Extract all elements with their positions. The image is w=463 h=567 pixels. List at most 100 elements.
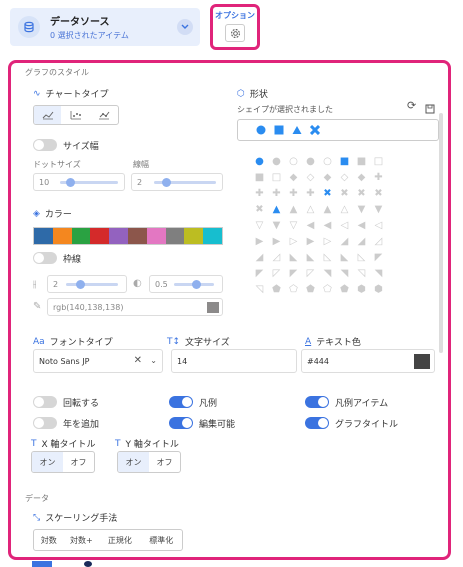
graph-title-toggle[interactable] <box>305 417 329 429</box>
scatter-chart-option[interactable] <box>61 106 89 124</box>
shape-option-icon[interactable]: ✖ <box>372 187 385 200</box>
shape-option-icon[interactable]: ⬟ <box>304 283 317 296</box>
shape-option-icon[interactable]: ◸ <box>270 267 283 280</box>
shape-option-icon[interactable]: ◥ <box>372 267 385 280</box>
save-icon[interactable] <box>425 99 435 118</box>
palette-swatch[interactable] <box>34 228 53 244</box>
scaling-standardize[interactable]: 標準化 <box>141 530 182 550</box>
chevron-down-icon[interactable]: ⌄ <box>150 356 157 365</box>
shape-option-icon[interactable]: ◁ <box>338 219 351 232</box>
scroll-knob[interactable] <box>84 561 92 567</box>
shape-option-icon[interactable]: ○ <box>321 155 334 168</box>
rotate-toggle[interactable] <box>33 396 57 408</box>
shape-option-icon[interactable]: ◺ <box>321 251 334 264</box>
shape-option-icon[interactable]: ✚ <box>304 187 317 200</box>
gear-icon[interactable] <box>225 24 245 42</box>
border-width-slider[interactable] <box>66 280 118 289</box>
shape-option-icon[interactable]: ◇ <box>304 171 317 184</box>
shape-option-icon[interactable]: ✖ <box>321 187 334 200</box>
shape-option-icon[interactable]: ▼ <box>372 203 385 216</box>
shape-option-icon[interactable]: ◁ <box>372 219 385 232</box>
shape-option-icon[interactable]: ◢ <box>253 251 266 264</box>
clear-icon[interactable]: ✕ <box>134 355 142 366</box>
shape-option-icon[interactable]: ● <box>253 155 266 168</box>
shape-option-icon[interactable]: ■ <box>253 171 266 184</box>
shape-scrollbar[interactable] <box>439 113 443 353</box>
scaling-log[interactable]: 対数 <box>34 530 64 550</box>
shape-option-icon[interactable]: ◣ <box>338 251 351 264</box>
dot-size-slider[interactable] <box>60 178 118 187</box>
border-opacity-slider[interactable] <box>174 280 214 289</box>
text-color-field[interactable]: #444 <box>301 349 435 373</box>
scaling-log-plus[interactable]: 対数+ <box>64 530 100 550</box>
shape-option-icon[interactable]: ▲ <box>270 203 283 216</box>
legend-toggle[interactable] <box>169 396 193 408</box>
shape-option-icon[interactable]: ○ <box>287 155 300 168</box>
shape-option-icon[interactable]: ▶ <box>304 235 317 248</box>
border-toggle[interactable] <box>33 252 57 264</box>
scaling-normalize[interactable]: 正規化 <box>99 530 140 550</box>
shape-option-icon[interactable]: ⬠ <box>287 283 300 296</box>
shape-option-icon[interactable]: ⬢ <box>355 283 368 296</box>
shape-option-icon[interactable]: ▲ <box>321 203 334 216</box>
selected-shapes-box[interactable] <box>237 119 439 141</box>
line-width-slider[interactable] <box>154 178 216 187</box>
shape-option-icon[interactable]: ✚ <box>287 187 300 200</box>
line-dots-chart-option[interactable] <box>90 106 118 124</box>
border-color-field[interactable]: rgb(140,138,138) <box>47 298 223 316</box>
shape-option-icon[interactable]: ▲ <box>287 203 300 216</box>
shape-option-icon[interactable]: ◢ <box>355 235 368 248</box>
palette-swatch[interactable] <box>71 228 91 244</box>
shape-option-icon[interactable]: ◥ <box>338 267 351 280</box>
shape-option-icon[interactable]: ● <box>270 155 283 168</box>
color-palette[interactable] <box>33 227 223 245</box>
shape-option-icon[interactable]: ◤ <box>372 251 385 264</box>
shape-option-icon[interactable]: ⬟ <box>338 283 351 296</box>
palette-swatch[interactable] <box>52 228 72 244</box>
shape-option-icon[interactable]: ▼ <box>270 219 283 232</box>
shape-option-icon[interactable]: ◆ <box>355 171 368 184</box>
chevron-down-icon[interactable] <box>177 19 193 35</box>
shape-option-icon[interactable]: △ <box>304 203 317 216</box>
shape-picker-grid[interactable]: ● ● ○ ● ○ ■ ■ □ ■ □ ◆ ◇ ◆ ◇ ◆ ✚ ✚ ✚ ✚ ✚ ✖ ✖ ✖ ✖ ✖ ▲ ▲ △ ▲ △ ▼ ▼ ▽ ▼ ▽ ◀ ◀ ◁ ◀ ◁… <box>253 153 423 297</box>
x-axis-title-on[interactable]: オン <box>32 452 63 472</box>
shape-option-icon[interactable]: ✖ <box>338 187 351 200</box>
shape-option-icon[interactable]: ■ <box>355 155 368 168</box>
shape-option-icon[interactable]: ◿ <box>270 251 283 264</box>
editable-toggle[interactable] <box>169 417 193 429</box>
add-year-toggle[interactable] <box>33 417 57 429</box>
border-color-swatch[interactable] <box>207 302 219 313</box>
shape-option-icon[interactable]: ◸ <box>304 267 317 280</box>
shape-option-icon[interactable]: ◢ <box>338 235 351 248</box>
shape-option-icon[interactable]: ◣ <box>304 251 317 264</box>
shape-option-icon[interactable]: ⬠ <box>321 283 334 296</box>
shape-option-icon[interactable]: ▷ <box>321 235 334 248</box>
shape-option-icon[interactable]: ✖ <box>253 203 266 216</box>
shape-option-icon[interactable]: ✚ <box>372 171 385 184</box>
y-axis-title-on[interactable]: オン <box>118 452 149 472</box>
x-axis-title-off[interactable]: オフ <box>63 452 94 472</box>
palette-swatch[interactable] <box>127 228 147 244</box>
page-indicator[interactable] <box>32 561 52 567</box>
palette-swatch[interactable] <box>90 228 110 244</box>
shape-option-icon[interactable]: □ <box>372 155 385 168</box>
font-type-select[interactable]: Noto Sans JP ✕ ⌄ <box>33 349 163 373</box>
line-chart-option[interactable] <box>34 106 62 124</box>
dot-size-knob[interactable] <box>66 178 75 187</box>
options-panel-toggle[interactable]: オプション <box>210 4 260 50</box>
shape-option-icon[interactable]: ◆ <box>321 171 334 184</box>
palette-swatch[interactable] <box>165 228 185 244</box>
shape-option-icon[interactable]: ◺ <box>355 251 368 264</box>
shape-option-icon[interactable]: ▽ <box>253 219 266 232</box>
shape-option-icon[interactable]: ⬟ <box>270 283 283 296</box>
shape-option-icon[interactable]: ◀ <box>321 219 334 232</box>
font-size-input[interactable]: 14 <box>171 349 297 373</box>
shape-option-icon[interactable]: ▷ <box>287 235 300 248</box>
y-axis-title-off[interactable]: オフ <box>149 452 180 472</box>
text-color-swatch[interactable] <box>414 354 430 369</box>
palette-swatch[interactable] <box>184 228 204 244</box>
datasource-selector[interactable]: データソース 0 選択されたアイテム <box>10 8 200 46</box>
shape-option-icon[interactable]: ◤ <box>287 267 300 280</box>
shape-option-icon[interactable]: ▶ <box>253 235 266 248</box>
shape-option-icon[interactable]: ● <box>304 155 317 168</box>
